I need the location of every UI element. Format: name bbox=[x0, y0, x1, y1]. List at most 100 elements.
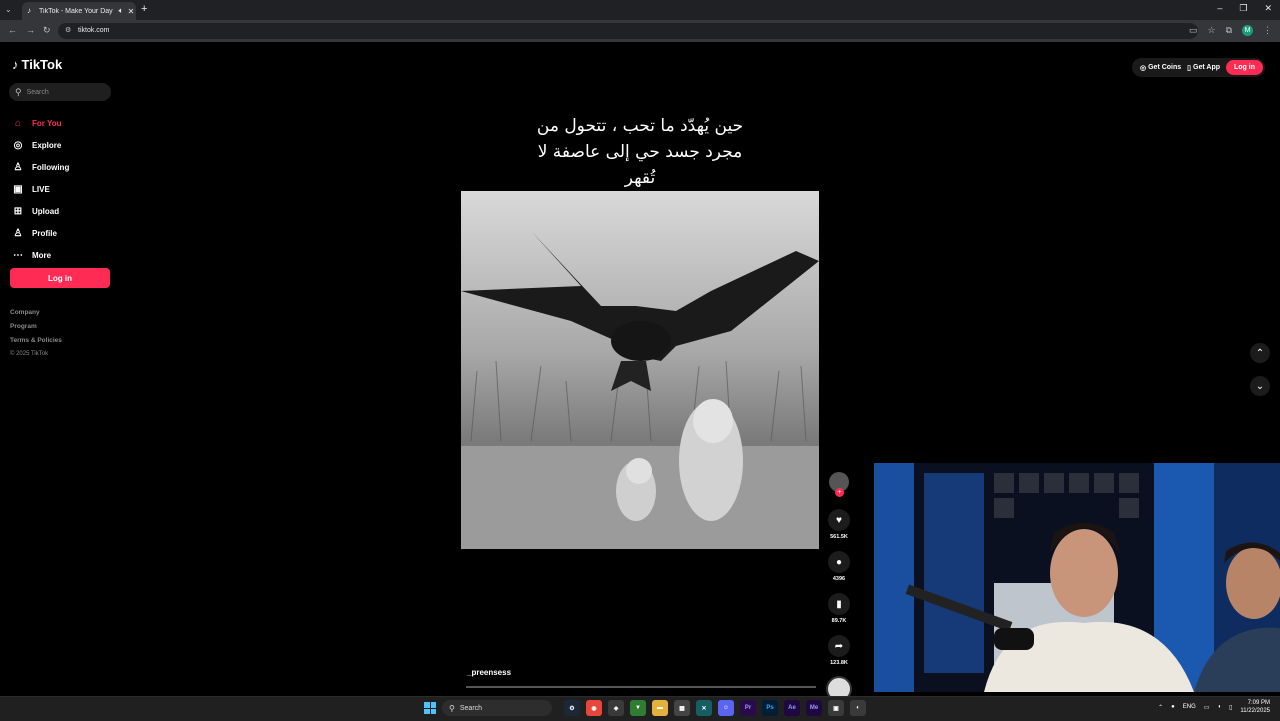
start-button[interactable] bbox=[424, 702, 436, 714]
window-controls: – ❐ ✕ bbox=[1217, 3, 1272, 14]
top-login-button[interactable]: Log in bbox=[1226, 60, 1263, 75]
comment-icon: ● bbox=[835, 556, 843, 568]
video-author[interactable]: _preensess bbox=[467, 668, 511, 677]
network-icon[interactable]: ▭ bbox=[1204, 704, 1210, 711]
tiktok-note-icon: ♪ bbox=[12, 57, 19, 72]
profile-avatar[interactable]: M bbox=[1242, 25, 1253, 36]
comment-button[interactable]: ● bbox=[828, 551, 850, 573]
sidebar-item-label: Following bbox=[32, 162, 70, 172]
discord-icon[interactable]: ☺ bbox=[718, 700, 734, 716]
get-app-button[interactable]: ▯ Get App bbox=[1187, 64, 1220, 72]
compass-icon: ◎ bbox=[13, 139, 23, 151]
share-icon: ➦ bbox=[834, 640, 844, 652]
sidebar-item-more[interactable]: ⋯ More bbox=[12, 244, 69, 266]
clock-date: 11/22/2025 bbox=[1240, 708, 1270, 714]
webcam-image bbox=[874, 463, 1280, 692]
like-button[interactable]: ♥ bbox=[828, 509, 850, 531]
get-coins-label: Get Coins bbox=[1148, 64, 1182, 71]
login-button[interactable]: Log in bbox=[10, 268, 110, 288]
follow-plus-icon[interactable]: + bbox=[835, 488, 844, 497]
sidebar-item-label: For You bbox=[32, 118, 62, 128]
taskbar-search-label: Search bbox=[459, 704, 483, 712]
app-icon[interactable]: ◈ bbox=[608, 700, 624, 716]
comment-count: 4396 bbox=[832, 576, 846, 582]
tiktok-logo[interactable]: ♪ TikTok bbox=[12, 57, 62, 72]
sidebar-item-upload[interactable]: ⊞ Upload bbox=[12, 200, 69, 222]
chrome-icon[interactable]: ◉ bbox=[586, 700, 602, 716]
minimize-icon[interactable]: – bbox=[1217, 3, 1222, 14]
get-coins-button[interactable]: ◎ Get Coins bbox=[1140, 64, 1181, 72]
browser-tabstrip: ⌄ ♪ TikTok - Make Your Day 🔈︎ ✕ + – ❐ ✕ bbox=[0, 0, 1280, 20]
footer-company-link[interactable]: Company bbox=[10, 309, 62, 316]
caption-line: حين يُهدّد ما تحب ، تتحول من bbox=[536, 116, 744, 136]
video-player[interactable] bbox=[461, 191, 819, 549]
save-button[interactable]: ▮ bbox=[828, 593, 850, 615]
sidebar-item-for-you[interactable]: ⌂ For You bbox=[12, 112, 69, 134]
restore-icon[interactable]: ❐ bbox=[1239, 3, 1247, 14]
excel-icon[interactable]: ✕ bbox=[696, 700, 712, 716]
top-actions: ◎ Get Coins ▯ Get App Log in bbox=[1132, 58, 1265, 77]
premiere-icon[interactable]: Pr bbox=[740, 700, 756, 716]
tab-title: TikTok - Make Your Day bbox=[39, 7, 113, 15]
app-icon[interactable]: ▣ bbox=[828, 700, 844, 716]
video-progress-bar[interactable] bbox=[466, 686, 816, 688]
volume-icon[interactable]: ◖ bbox=[1217, 704, 1221, 710]
sidebar-item-following[interactable]: ♙ Following bbox=[12, 156, 70, 178]
footer-terms-link[interactable]: Terms & Policies bbox=[10, 337, 62, 344]
upload-icon: ⊞ bbox=[13, 205, 23, 217]
app-icon[interactable]: ▼ bbox=[630, 700, 646, 716]
app-icon[interactable]: ◐ bbox=[850, 700, 866, 716]
extensions-icon[interactable]: ⧉ bbox=[1226, 25, 1232, 36]
next-video-button[interactable]: ⌄ bbox=[1250, 376, 1270, 396]
close-window-icon[interactable]: ✕ bbox=[1264, 3, 1272, 14]
logo-text: TikTok bbox=[21, 57, 63, 72]
caption-line: مجرد جسد حي إلى عاصفة لا bbox=[537, 142, 743, 162]
previous-video-button[interactable]: ⌃ bbox=[1250, 343, 1270, 363]
sidebar-item-explore[interactable]: ◎ Explore bbox=[12, 134, 69, 156]
new-tab-button[interactable]: + bbox=[141, 3, 147, 15]
reload-icon[interactable]: ↻ bbox=[43, 25, 51, 36]
video-actions: + ♥ 561.5K ● 4396 ▮ 89.7K ➦ 123.8K bbox=[826, 472, 852, 702]
site-info-icon[interactable]: ⚙︎ bbox=[65, 26, 71, 34]
creator-avatar[interactable]: + bbox=[829, 472, 849, 497]
share-button[interactable]: ➦ bbox=[828, 635, 850, 657]
taskbar-search[interactable]: ⚲ Search bbox=[442, 700, 552, 716]
battery-icon[interactable]: ▯ bbox=[1229, 704, 1232, 711]
home-icon: ⌂ bbox=[14, 117, 22, 129]
mic-icon[interactable]: ● bbox=[1171, 704, 1175, 710]
close-tab-icon[interactable]: ✕ bbox=[126, 7, 136, 16]
menu-icon[interactable]: ⋮ bbox=[1263, 25, 1272, 36]
cast-icon[interactable]: ▭ bbox=[1189, 25, 1198, 36]
back-icon[interactable]: ← bbox=[8, 25, 17, 35]
search-input[interactable]: ⚲ Search bbox=[9, 83, 111, 101]
app-icon[interactable]: ▦ bbox=[674, 700, 690, 716]
sidebar-item-live[interactable]: ▣ LIVE bbox=[12, 178, 69, 200]
sidebar-item-profile[interactable]: ♙ Profile bbox=[12, 222, 69, 244]
share-count: 123.8K bbox=[830, 660, 848, 666]
more-icon: ⋯ bbox=[13, 249, 23, 261]
get-app-label: Get App bbox=[1193, 64, 1220, 71]
url-text[interactable]: tiktok.com bbox=[78, 27, 110, 34]
search-icon: ⚲ bbox=[15, 86, 22, 97]
sidebar-item-label: More bbox=[32, 250, 52, 260]
address-bar[interactable] bbox=[58, 23, 1198, 39]
file-explorer-icon[interactable]: ▬ bbox=[652, 700, 668, 716]
coin-icon: ◎ bbox=[1140, 64, 1147, 72]
footer-program-link[interactable]: Program bbox=[10, 323, 62, 330]
browser-tab[interactable]: ♪ TikTok - Make Your Day 🔈︎ ✕ bbox=[22, 2, 136, 20]
forward-icon[interactable]: → bbox=[26, 25, 35, 35]
mute-tab-icon[interactable]: 🔈︎ bbox=[116, 6, 126, 16]
tray-chevron-icon[interactable]: ⌃ bbox=[1158, 704, 1163, 711]
photoshop-icon[interactable]: Ps bbox=[762, 700, 778, 716]
media-encoder-icon[interactable]: Me bbox=[806, 700, 822, 716]
bookmark-star-icon[interactable]: ☆ bbox=[1207, 25, 1215, 36]
after-effects-icon[interactable]: Ae bbox=[784, 700, 800, 716]
heart-icon: ♥ bbox=[836, 514, 842, 526]
steam-icon[interactable]: ⚙︎ bbox=[564, 700, 580, 716]
windows-logo-icon bbox=[424, 702, 430, 708]
clock[interactable]: 7:09 PM 11/22/2025 bbox=[1240, 699, 1270, 715]
language-indicator[interactable]: ENG bbox=[1183, 704, 1196, 710]
tab-search-icon[interactable]: ⌄ bbox=[5, 5, 12, 14]
sidebar-item-label: Upload bbox=[32, 206, 60, 216]
sidebar-item-label: LIVE bbox=[32, 184, 50, 194]
